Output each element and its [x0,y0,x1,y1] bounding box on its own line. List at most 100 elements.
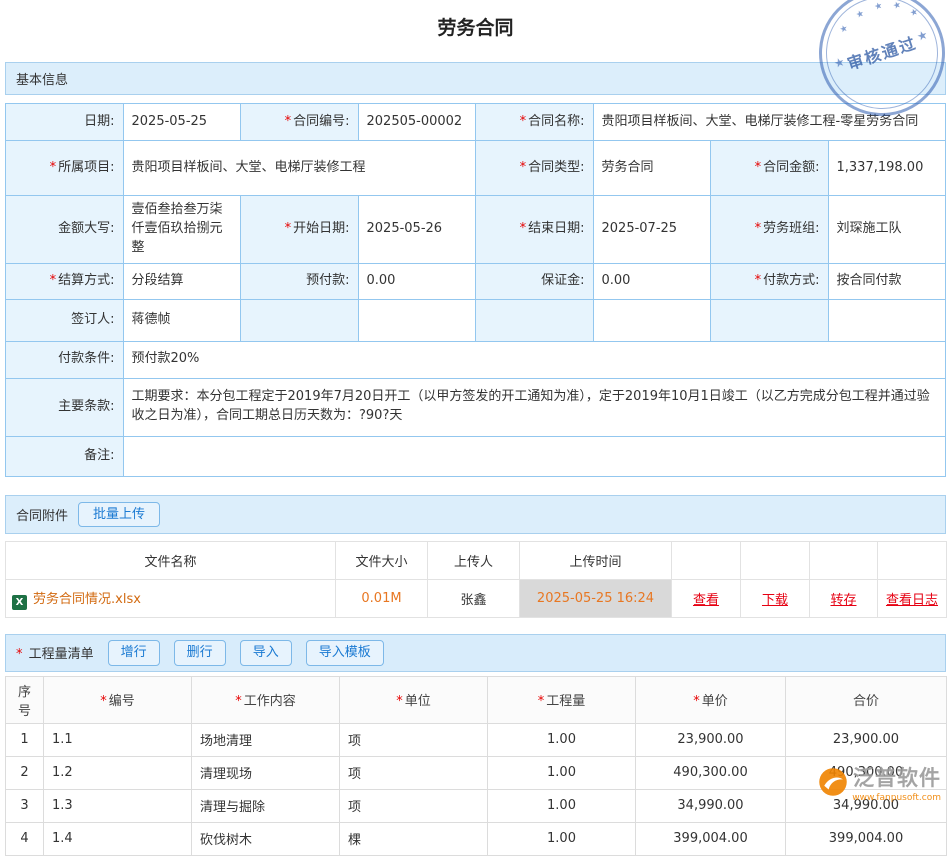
labor-team-value: 刘琛施工队 [828,196,946,264]
empty-value-cell [828,299,946,341]
required-mark: * [693,694,700,709]
unit-header: *单位 [340,676,488,723]
required-mark: * [520,114,527,129]
attachment-row: X 劳务合同情况.xlsx 0.01M 张鑫 2025-05-25 16:24 查… [6,580,947,618]
deposit-value: 0.00 [593,263,711,299]
action-header [672,542,741,580]
empty-value-cell [358,299,476,341]
row-code: 1.4 [44,822,192,855]
view-log-cell: 查看日志 [878,580,947,618]
boq-section-title: * 工程量清单 [16,643,94,662]
row-content: 清理现场 [192,756,340,789]
download-cell: 下载 [741,580,810,618]
file-size-header: 文件大小 [336,542,428,580]
required-mark: * [755,160,762,175]
row-unit: 棵 [340,822,488,855]
row-unit: 项 [340,756,488,789]
attachments-header-row: 文件名称 文件大小 上传人 上传时间 [6,542,947,580]
view-log-link[interactable]: 查看日志 [886,593,938,608]
required-mark: * [520,160,527,175]
main-clauses-label: 主要条款: [6,378,124,436]
remark-label: 备注: [6,436,124,476]
boq-header-row: 序号 *编号 *工作内容 *单位 *工程量 *单价 合价 [6,676,947,723]
table-row: 2 1.2 清理现场 项 1.00 490,300.00 490,300.00 [6,756,947,789]
upload-time-header: 上传时间 [520,542,672,580]
row-unit-price: 23,900.00 [636,723,786,756]
payment-method-label: *付款方式: [711,263,829,299]
row-code: 1.1 [44,723,192,756]
required-mark: * [396,694,403,709]
date-value: 2025-05-25 [123,104,241,141]
contract-name-label: *合同名称: [476,104,594,141]
contract-amount-value: 1,337,198.00 [828,141,946,196]
row-unit: 项 [340,723,488,756]
row-quantity: 1.00 [488,756,636,789]
row-total: 399,004.00 [786,822,947,855]
project-label: *所属项目: [6,141,124,196]
row-no: 4 [6,822,44,855]
main-clauses-value: 工期要求：本分包工程定于2019年7月20日开工（以甲方签发的开工通知为准），定… [123,378,946,436]
no-header: 序号 [6,676,44,723]
view-link[interactable]: 查看 [693,593,719,608]
attachments-table: 文件名称 文件大小 上传人 上传时间 X 劳务合同情况.xlsx 0.01M 张鑫… [5,541,947,618]
required-mark: * [285,221,292,236]
import-template-button[interactable]: 导入模板 [306,640,384,666]
required-mark: * [235,694,242,709]
file-name-header: 文件名称 [6,542,336,580]
upload-time-cell: 2025-05-25 16:24 [520,580,672,618]
unit-price-header: *单价 [636,676,786,723]
required-mark: * [50,273,57,288]
required-mark: * [100,694,107,709]
contract-amount-label: *合同金额: [711,141,829,196]
delete-row-button[interactable]: 删行 [174,640,226,666]
amount-words-value: 壹佰叁拾叁万柒仟壹佰玖拾捌元整 [123,196,241,264]
action-header [810,542,878,580]
required-mark: * [520,221,527,236]
start-date-label: *开始日期: [241,196,359,264]
download-link[interactable]: 下载 [762,593,788,608]
uploader-cell: 张鑫 [428,580,520,618]
payment-terms-label: 付款条件: [6,341,124,378]
watermark-url: www.fanpusoft.com [852,793,941,803]
contract-type-label: *合同类型: [476,141,594,196]
view-cell: 查看 [672,580,741,618]
required-mark: * [755,221,762,236]
required-mark: * [50,160,57,175]
add-row-button[interactable]: 增行 [108,640,160,666]
empty-label-cell [711,299,829,341]
empty-label-cell [241,299,359,341]
row-unit: 项 [340,789,488,822]
attachments-section-title: 合同附件 [16,505,68,524]
row-no: 3 [6,789,44,822]
excel-icon: X [12,595,27,610]
attachments-section-header: 合同附件 批量上传 [5,495,946,535]
payment-terms-value: 预付款20% [123,341,946,378]
file-name-cell: X 劳务合同情况.xlsx [6,580,336,618]
save-as-cell: 转存 [810,580,878,618]
row-unit-price: 399,004.00 [636,822,786,855]
required-mark: * [755,273,762,288]
table-row: 4 1.4 砍伐树木 棵 1.00 399,004.00 399,004.00 [6,822,947,855]
row-code: 1.3 [44,789,192,822]
batch-upload-button[interactable]: 批量上传 [78,502,160,528]
fanpu-logo-icon [818,767,848,797]
date-label: 日期: [6,104,124,141]
row-unit-price: 490,300.00 [636,756,786,789]
row-code: 1.2 [44,756,192,789]
required-mark: * [16,647,23,662]
project-value: 贵阳项目样板间、大堂、电梯厅装修工程 [123,141,476,196]
start-date-value: 2025-05-26 [358,196,476,264]
watermark-brand: 泛普软件 [853,766,941,790]
vendor-watermark: 泛普软件 www.fanpusoft.com [818,762,941,802]
deposit-label: 保证金: [476,263,594,299]
empty-label-cell [476,299,594,341]
amount-words-label: 金额大写: [6,196,124,264]
file-size-cell: 0.01M [336,580,428,618]
row-quantity: 1.00 [488,723,636,756]
file-name-link[interactable]: 劳务合同情况.xlsx [33,592,141,607]
import-button[interactable]: 导入 [240,640,292,666]
contract-name-value: 贵阳项目样板间、大堂、电梯厅装修工程-零星劳务合同 [593,104,946,141]
save-as-link[interactable]: 转存 [830,593,856,608]
row-unit-price: 34,990.00 [636,789,786,822]
boq-section-header: * 工程量清单 增行 删行 导入 导入模板 [5,634,946,672]
